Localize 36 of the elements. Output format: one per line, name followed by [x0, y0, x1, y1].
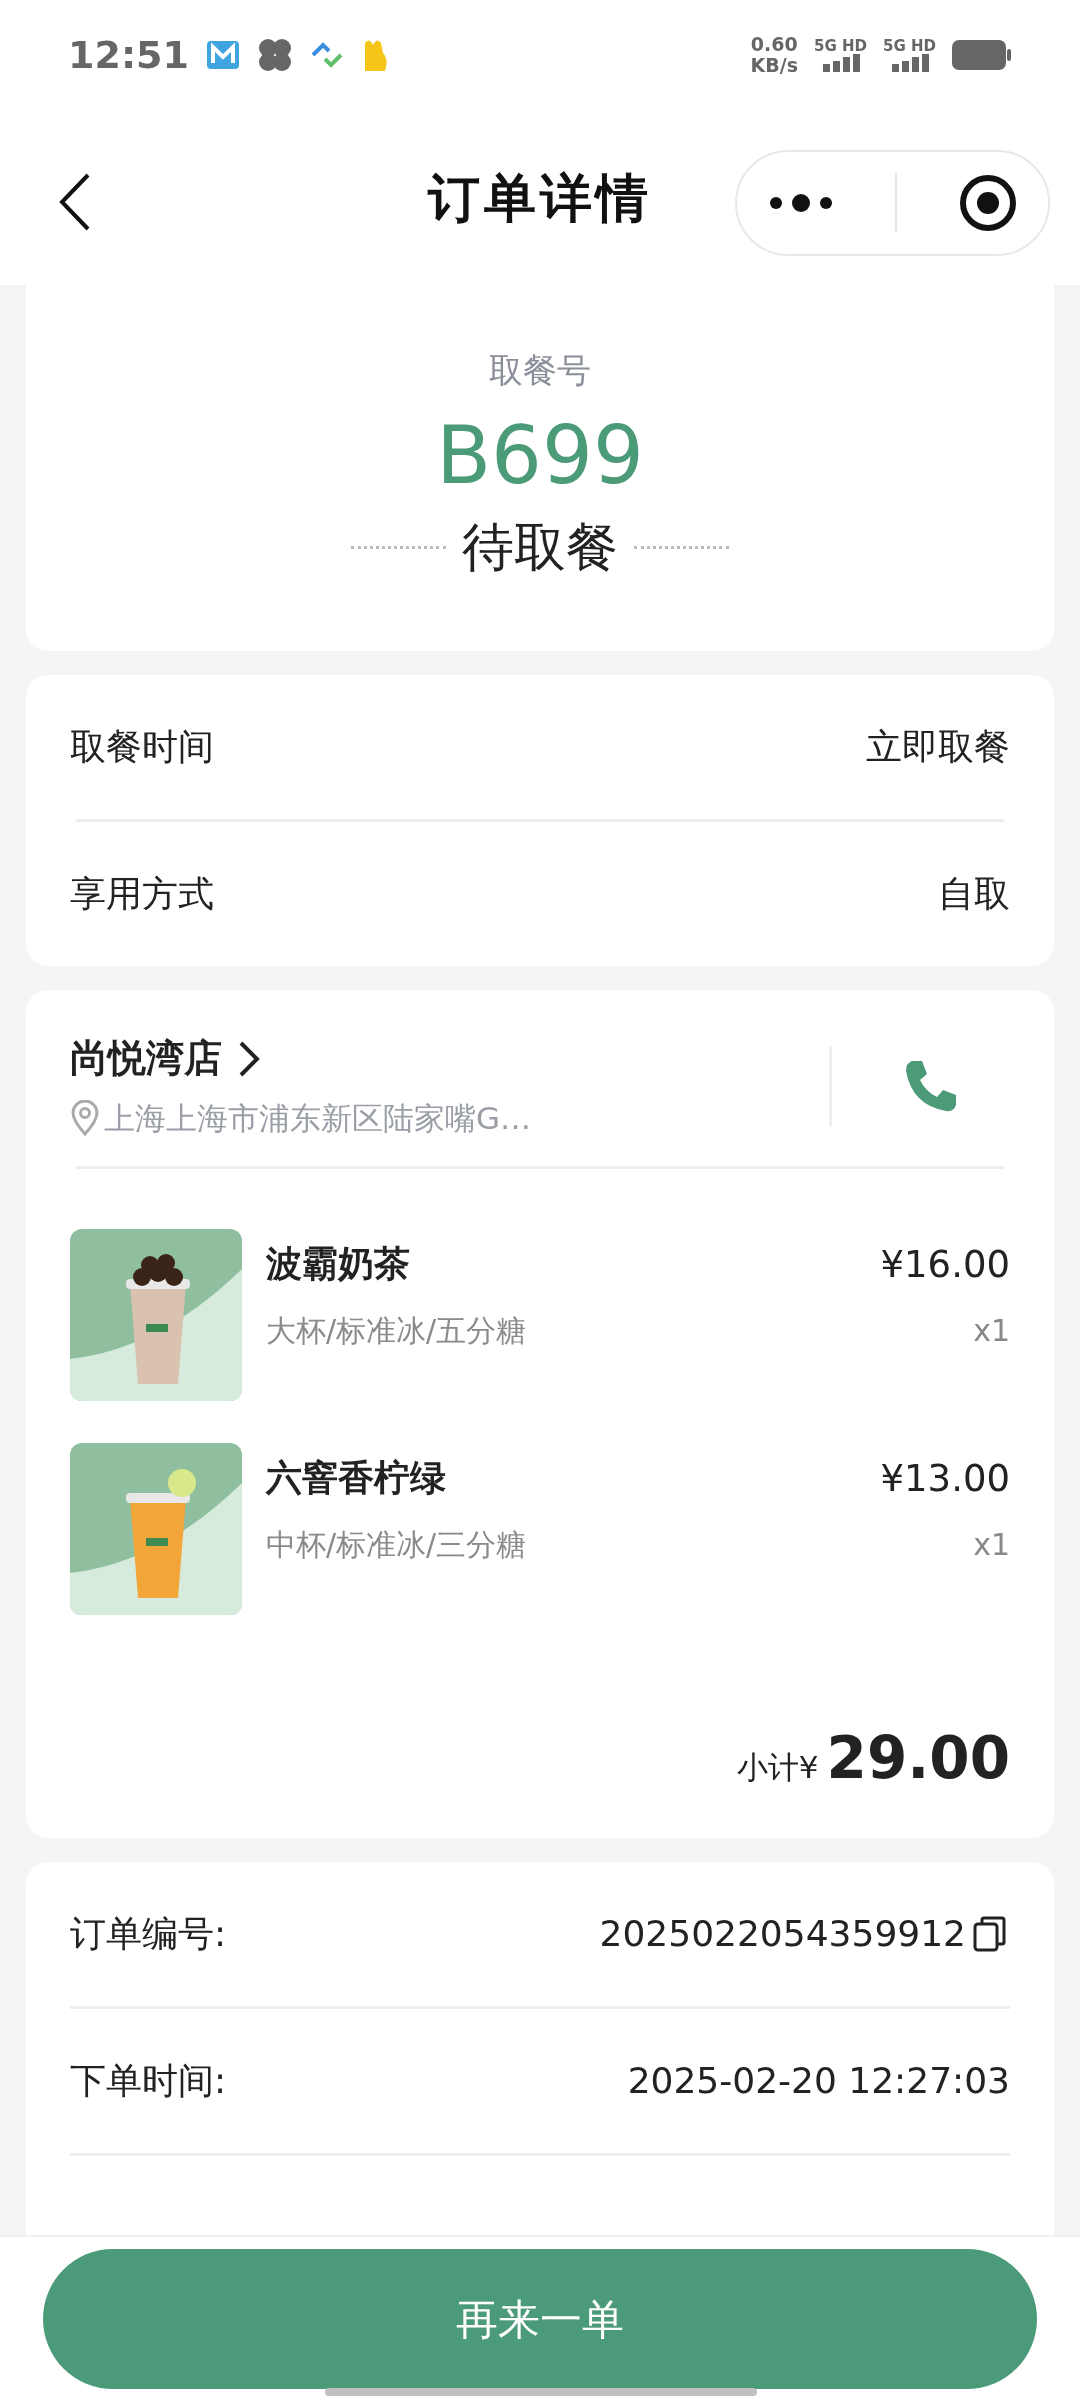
product-name: 六窨香柠绿: [266, 1455, 446, 1500]
pickup-number: B699: [436, 412, 644, 500]
battery-icon: [952, 39, 1012, 71]
subtotal-label: 小计¥: [736, 1747, 819, 1787]
network-label: 5G HD: [814, 38, 867, 54]
row-value: 2025022054359912: [599, 1911, 966, 1956]
row-label: 订单编号:: [70, 1911, 227, 1956]
row-label: 取餐时间: [70, 725, 214, 769]
close-icon[interactable]: [957, 173, 1018, 233]
fan-icon: [256, 37, 293, 73]
product-options: 中杯/标准冰/三分糖: [266, 1522, 527, 1567]
pickup-label: 取餐号: [489, 349, 591, 392]
page-title: 订单详情: [428, 166, 652, 230]
chevron-icon[interactable]: [238, 1039, 260, 1078]
row-value: 2025-02-20 12:27:03: [627, 2058, 1010, 2103]
status-time: 12:51: [68, 31, 189, 79]
store-address: 上海上海市浦东新区陆家嘴G…: [104, 1099, 532, 1138]
product-price: ¥16.00: [880, 1241, 1010, 1288]
product-price: ¥13.00: [880, 1455, 1010, 1502]
order-status: 待取餐: [462, 516, 618, 579]
subtotal-amount: 29.00: [826, 1722, 1010, 1794]
speed-unit: KB/s: [750, 55, 799, 76]
row-label: 下单时间:: [70, 2058, 227, 2103]
back-icon[interactable]: [58, 172, 92, 232]
product-options: 大杯/标准冰/五分糖: [266, 1308, 527, 1353]
product-quantity: x1: [973, 1312, 1010, 1350]
product-quantity: x1: [973, 1526, 1010, 1564]
store-name[interactable]: 尚悦湾店: [70, 1030, 222, 1087]
location-pin-icon: [70, 1100, 100, 1137]
network-label: 5G HD: [883, 38, 936, 54]
network-speed: 0.60: [750, 34, 799, 55]
more-icon[interactable]: [767, 193, 834, 213]
row-label: 享用方式: [70, 872, 214, 916]
row-value: 立即取餐: [866, 725, 1010, 769]
product-name: 波霸奶茶: [266, 1241, 410, 1286]
row-value: 自取: [938, 872, 1010, 916]
